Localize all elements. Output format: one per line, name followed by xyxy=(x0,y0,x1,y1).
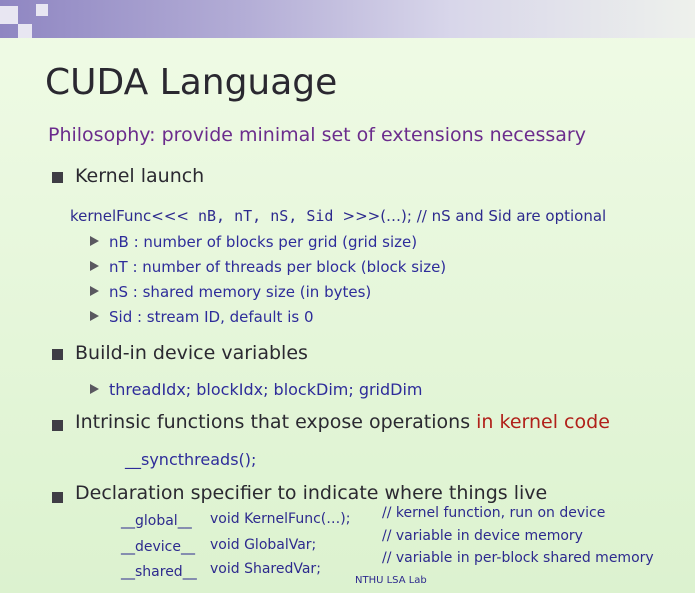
bullet-square xyxy=(52,349,63,360)
kernel-launch-syntax: kernelFunc<<< nB, nT, nS, Sid >>>(…); //… xyxy=(70,207,606,225)
syntax-prefix: kernelFunc<<< xyxy=(70,207,189,225)
declaration-spec: __device__ xyxy=(121,539,195,555)
bullet-square xyxy=(52,492,63,503)
footer-lab-name: NTHU LSA Lab xyxy=(355,575,427,586)
param-item: nS : shared memory size (in bytes) xyxy=(90,283,371,301)
decor-square xyxy=(18,24,32,38)
param-item: nT : number of threads per block (block … xyxy=(90,258,446,276)
syncthreads-example: __syncthreads(); xyxy=(125,450,257,469)
declaration-code: void KernelFunc(…); xyxy=(210,511,351,527)
declaration-code: void GlobalVar; xyxy=(210,537,317,553)
builtin-heading: Build-in device variables xyxy=(75,342,308,364)
arrow-icon xyxy=(90,261,99,271)
declaration-comment: // kernel function, run on device xyxy=(382,505,606,521)
builtin-items: threadIdx; blockIdx; blockDim; gridDim xyxy=(90,380,423,399)
philosophy-line: Philosophy: provide minimal set of exten… xyxy=(48,124,586,146)
slide-title: CUDA Language xyxy=(45,62,338,103)
arrow-icon xyxy=(90,384,99,394)
slide-header-banner xyxy=(0,0,695,38)
declaration-heading: Declaration specifier to indicate where … xyxy=(75,482,548,504)
decor-square xyxy=(36,4,48,16)
declaration-comment: // variable in per-block shared memory xyxy=(382,550,654,566)
declaration-code: void SharedVar; xyxy=(210,561,321,577)
bullet-square xyxy=(52,420,63,431)
intrinsic-heading: Intrinsic functions that expose operatio… xyxy=(75,411,610,433)
syntax-args: nB, nT, nS, Sid xyxy=(188,207,343,225)
arrow-icon xyxy=(90,311,99,321)
param-item: nB : number of blocks per grid (grid siz… xyxy=(90,233,417,251)
param-item: Sid : stream ID, default is 0 xyxy=(90,308,314,326)
kernel-launch-heading: Kernel launch xyxy=(75,165,205,187)
declaration-spec: __global__ xyxy=(121,513,192,529)
declaration-spec: __shared__ xyxy=(121,564,197,580)
intrinsic-highlight: in kernel code xyxy=(476,411,610,433)
syntax-suffix: >>>(…); // nS and Sid are optional xyxy=(342,207,607,225)
bullet-square xyxy=(52,172,63,183)
arrow-icon xyxy=(90,286,99,296)
arrow-icon xyxy=(90,236,99,246)
decor-square xyxy=(0,6,18,24)
declaration-comment: // variable in device memory xyxy=(382,528,583,544)
